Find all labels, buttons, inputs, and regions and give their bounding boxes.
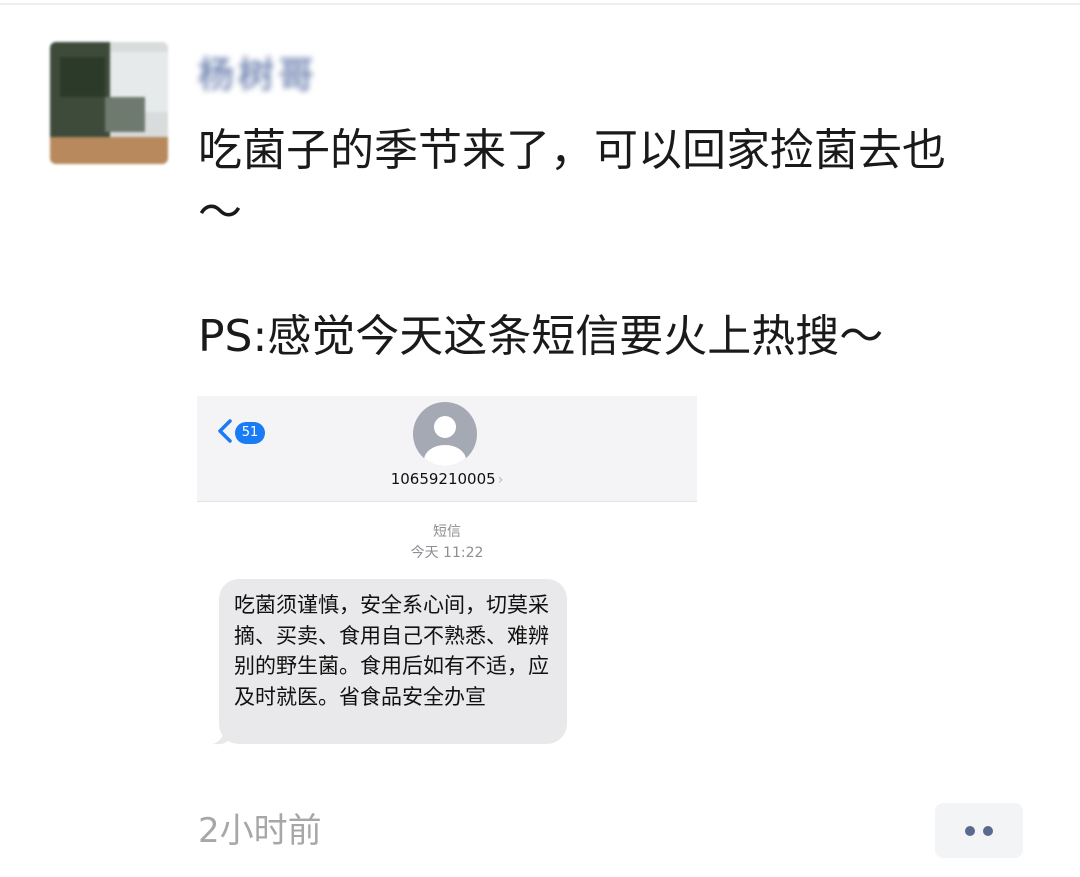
more-dots-icon	[983, 826, 993, 836]
post-time: 2小时前	[198, 811, 322, 851]
sms-screenshot[interactable]: 51 10659210005 › 短信 今天 11:22 吃菌须谨慎，安全系心间，…	[197, 396, 697, 758]
message-time: 今天 11:22	[410, 545, 484, 561]
avatar[interactable]	[50, 42, 168, 164]
post-text: 吃菌子的季节来了，可以回家捡菌去也 ～ PS:感觉今天这条短信要火上热搜～	[198, 125, 946, 362]
sms-header: 51 10659210005 ›	[197, 396, 697, 502]
more-button[interactable]	[935, 803, 1023, 858]
chevron-right-icon: ›	[497, 472, 504, 488]
person-avatar-icon	[413, 402, 477, 466]
contact-number-text: 10659210005	[390, 470, 496, 488]
contact-number[interactable]: 10659210005 ›	[347, 469, 547, 490]
chevron-left-icon	[218, 419, 232, 443]
top-divider	[0, 3, 1080, 5]
message-bubble: 吃菌须谨慎，安全系心间，切莫采摘、买卖、食用自己不熟悉、难辨别的野生菌。食用后如…	[219, 579, 567, 744]
message-kind: 短信	[433, 524, 461, 540]
author-name[interactable]: 杨树哥	[198, 50, 318, 102]
unread-badge: 51	[235, 422, 265, 444]
more-dots-icon	[965, 826, 975, 836]
